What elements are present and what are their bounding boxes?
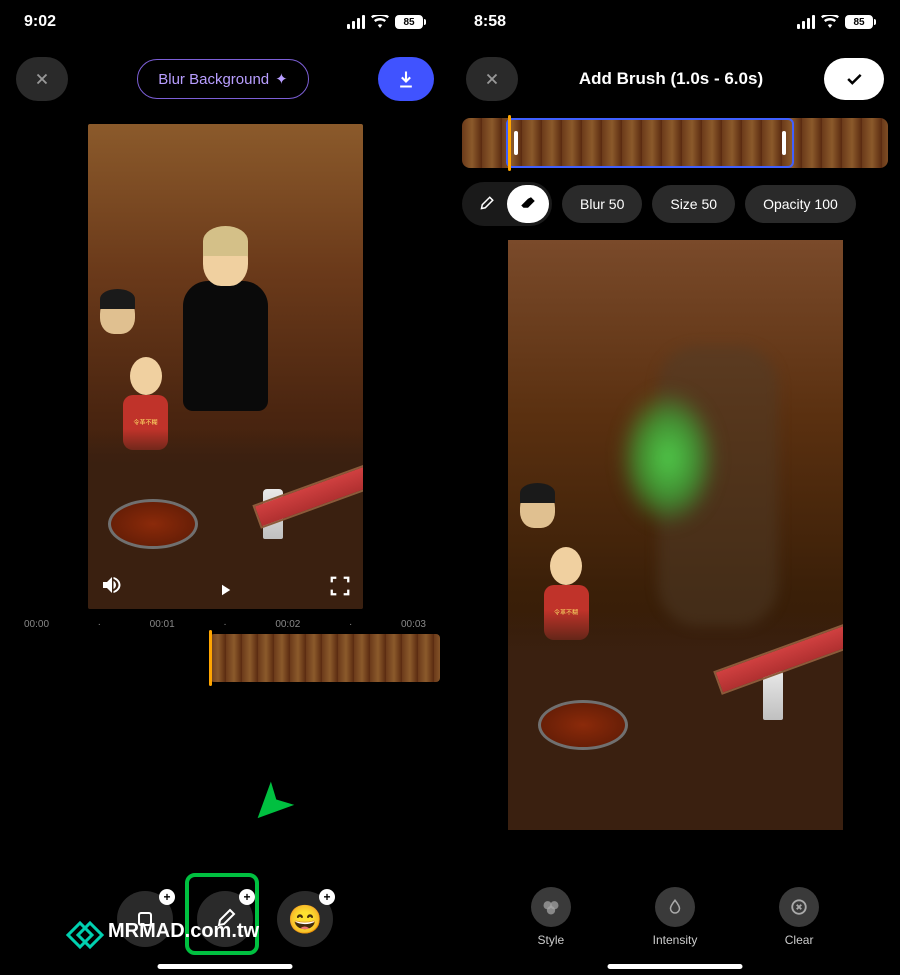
status-time: 8:58: [474, 13, 506, 31]
blur-bg-label: Blur Background: [158, 71, 269, 88]
plus-badge: +: [239, 889, 255, 905]
home-indicator: [608, 964, 743, 969]
watermark-text: MRMAD.com.tw: [108, 920, 259, 943]
emoji-icon: 😄: [288, 903, 323, 936]
intensity-icon: [655, 887, 695, 927]
fullscreen-icon[interactable]: [329, 575, 351, 597]
volume-icon[interactable]: [100, 573, 124, 597]
left-screen: 9:02 85 Blur Background ✦ 令革不糊: [0, 0, 450, 975]
time-labels: 00:00· 00:01· 00:02· 00:03: [10, 619, 440, 634]
blur-background-button[interactable]: Blur Background ✦: [137, 59, 308, 99]
status-bar: 9:02 85: [0, 0, 450, 44]
blur-setting-button[interactable]: Blur 50: [562, 185, 642, 223]
confirm-button[interactable]: [824, 58, 884, 100]
brush-eraser-toggle: [462, 182, 552, 226]
close-icon: [33, 70, 51, 88]
check-icon: [844, 69, 864, 89]
size-setting-button[interactable]: Size 50: [652, 185, 735, 223]
video-content: 令革不糊: [88, 124, 363, 609]
eraser-mode-button[interactable]: [507, 185, 549, 223]
selection-range[interactable]: [506, 118, 794, 168]
range-handle-right[interactable]: [782, 131, 786, 155]
playhead[interactable]: [209, 630, 212, 686]
brush-preview[interactable]: 令革不糊: [508, 240, 843, 830]
plus-badge: +: [319, 889, 335, 905]
home-indicator: [158, 964, 293, 969]
tab-intensity[interactable]: Intensity: [653, 887, 698, 947]
tab-label: Style: [538, 933, 565, 947]
tab-label: Clear: [785, 933, 814, 947]
sparkle-icon: ✦: [275, 70, 288, 88]
download-icon: [396, 69, 416, 89]
status-bar: 8:58 85: [450, 0, 900, 44]
status-indicators: 85: [347, 15, 426, 29]
battery-icon: 85: [395, 15, 426, 29]
plus-badge: +: [159, 889, 175, 905]
clear-icon: [779, 887, 819, 927]
annotation-arrow: ➤: [235, 768, 308, 841]
brush-timeline[interactable]: [462, 118, 888, 168]
wifi-icon: [821, 15, 839, 29]
close-button[interactable]: [16, 57, 68, 101]
opacity-setting-button[interactable]: Opacity 100: [745, 185, 856, 223]
brush-icon: [477, 195, 495, 213]
emoji-tool-button[interactable]: 😄 +: [277, 891, 333, 947]
right-screen: 8:58 85 Add Brush (1.0s - 6.0s): [450, 0, 900, 975]
eraser-icon: [519, 195, 537, 213]
status-indicators: 85: [797, 15, 876, 29]
video-preview[interactable]: 令革不糊: [88, 124, 363, 609]
page-title: Add Brush (1.0s - 6.0s): [530, 69, 812, 89]
status-time: 9:02: [24, 13, 56, 31]
video-content: 令革不糊: [508, 240, 843, 830]
brush-stroke: [618, 388, 718, 528]
battery-icon: 85: [845, 15, 876, 29]
style-icon: [531, 887, 571, 927]
brush-mode-button[interactable]: [465, 185, 507, 223]
range-handle-left[interactable]: [514, 131, 518, 155]
signal-icon: [347, 15, 365, 29]
tab-style[interactable]: Style: [531, 887, 571, 947]
timeline-track[interactable]: [210, 634, 440, 682]
bottom-tabs: Style Intensity Clear: [450, 887, 900, 947]
brush-controls: Blur 50 Size 50 Opacity 100: [462, 182, 888, 226]
tab-label: Intensity: [653, 933, 698, 947]
watermark: MRMAD.com.tw: [70, 920, 259, 943]
close-button[interactable]: [466, 57, 518, 101]
signal-icon: [797, 15, 815, 29]
watermark-logo-icon: [70, 921, 100, 943]
timeline[interactable]: 00:00· 00:01· 00:02· 00:03: [0, 619, 450, 682]
brush-header: Add Brush (1.0s - 6.0s): [450, 44, 900, 114]
playhead[interactable]: [508, 115, 511, 171]
editor-header: Blur Background ✦: [0, 44, 450, 114]
play-icon[interactable]: [216, 581, 234, 599]
tab-clear[interactable]: Clear: [779, 887, 819, 947]
wifi-icon: [371, 15, 389, 29]
close-icon: [483, 70, 501, 88]
download-button[interactable]: [378, 57, 434, 101]
